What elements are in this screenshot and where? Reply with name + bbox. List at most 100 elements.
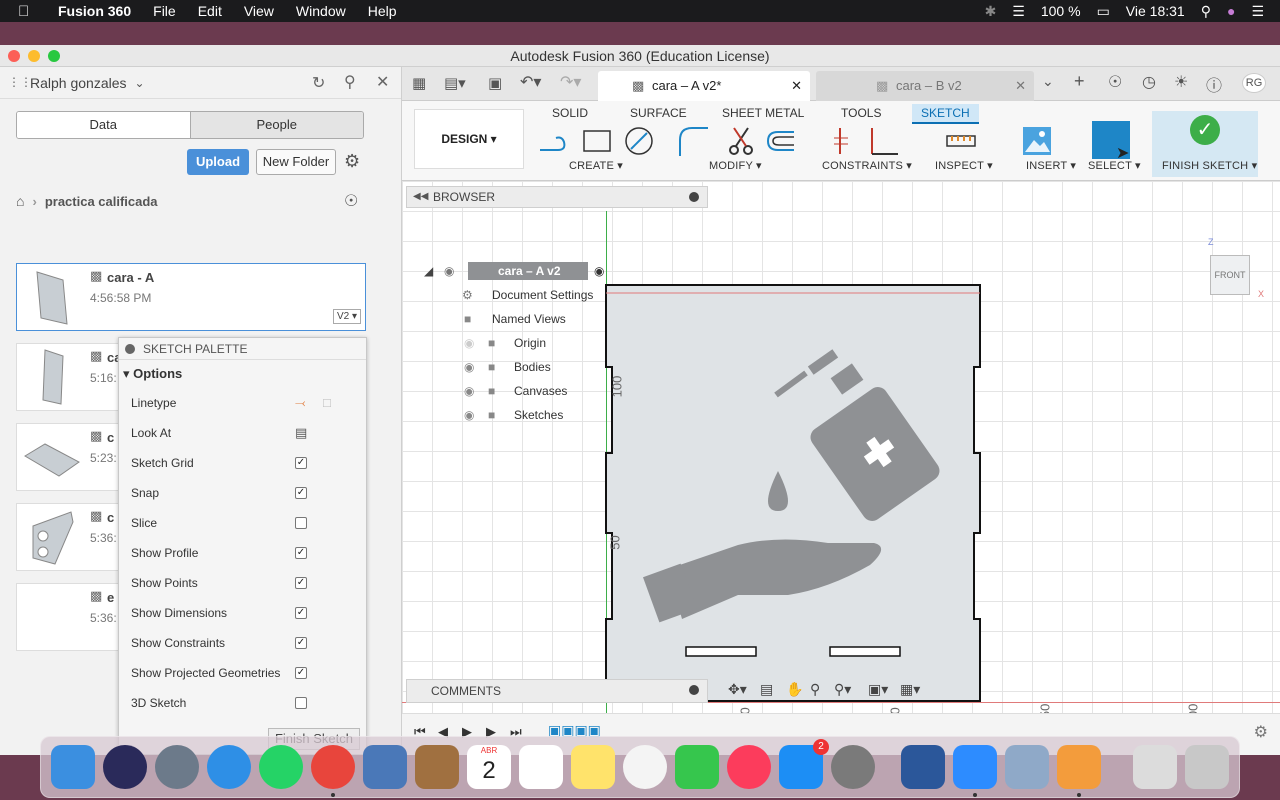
add-comment-icon[interactable] [689,685,699,695]
pan-icon[interactable]: ✋ [786,681,803,698]
battery-icon[interactable]: ▭ [1097,3,1110,20]
finish-sketch-menu[interactable]: FINISH SKETCH ▾ [1162,159,1257,172]
insert-menu[interactable]: INSERT ▾ [1026,159,1076,172]
insert-image-icon[interactable] [1022,126,1052,156]
show-points-checkbox[interactable]: ✓ [295,577,307,589]
notifications-icon[interactable]: ☀ [1174,72,1188,92]
clock[interactable]: Vie 18:31 [1126,3,1185,19]
finish-sketch-tool[interactable]: ✓ FINISH SKETCH ▾ [1152,111,1258,177]
slice-checkbox[interactable] [295,517,307,529]
apple-menu-icon[interactable]:  [18,3,38,20]
zoom-window-icon[interactable]: ⚲▾ [834,681,851,698]
zoom-app-icon[interactable] [953,745,997,797]
close-icon[interactable]: ✕ [376,72,389,92]
gear-icon[interactable]: ⚙ [344,151,360,172]
eye-icon[interactable]: ◉ [464,405,474,425]
expand-arrow-icon[interactable] [442,314,451,324]
3d-sketch-checkbox[interactable] [295,697,307,709]
minimize-window-button[interactable] [28,50,40,62]
word-icon[interactable] [901,745,945,789]
menu-window[interactable]: Window [296,3,346,19]
siri-icon[interactable]: ● [1227,3,1235,19]
eye-icon[interactable]: ◉ [444,261,454,281]
job-status-icon[interactable]: ◷ [1142,72,1156,92]
tab-cara-b[interactable]: ▩ cara – B v2 ✕ [816,71,1034,101]
drive-icon[interactable] [1133,745,1177,789]
tab-cara-a[interactable]: ▩ cara – A v2* ✕ [598,71,810,101]
chrome-icon[interactable] [311,745,355,797]
spotlight-icon[interactable]: ⚲ [1201,3,1211,20]
grid-settings-icon[interactable]: ▦▾ [900,681,920,698]
eye-icon[interactable]: ◉ [464,357,474,377]
home-icon[interactable]: ⌂ [16,193,24,209]
file-menu-icon[interactable]: ▤▾ [444,74,466,92]
show-profile-checkbox[interactable]: ✓ [295,547,307,559]
display-settings-icon[interactable]: ▣▾ [868,681,888,698]
whatsapp-icon[interactable] [259,745,303,789]
version-badge[interactable]: V2 ▾ [332,309,361,324]
browser-item-sketches[interactable]: ◉ ■ Sketches [442,405,642,425]
tab-surface[interactable]: SURFACE [630,104,687,124]
tab-solid[interactable]: SOLID [552,104,588,124]
line-tool-icon[interactable] [538,126,568,156]
wifi-icon[interactable]: ☰ [1012,3,1025,20]
search-icon[interactable]: ⚲ [344,72,356,92]
new-tab-icon[interactable]: + [1074,71,1085,92]
redo-icon[interactable]: ↷▾ [560,72,581,92]
show-constraints-checkbox[interactable]: ✓ [295,637,307,649]
system-preferences-icon[interactable] [831,745,875,789]
breadcrumb-folder[interactable]: practica calificada [45,194,158,209]
tab-sheet-metal[interactable]: SHEET METAL [722,104,804,124]
coincident-constraint-icon[interactable] [830,126,860,156]
tab-sketch[interactable]: SKETCH [912,104,979,124]
browser-item-document-settings[interactable]: ⚙ Document Settings [442,285,642,305]
linetype-construction-icon[interactable]: ⤙ [295,395,305,411]
globe-icon[interactable]: ☉ [344,191,358,211]
finder-icon[interactable] [51,745,95,789]
browser-root[interactable]: ◢ ◉ cara – A v2 ◉ [424,261,724,281]
expand-arrow-icon[interactable] [442,410,451,420]
inspect-menu[interactable]: INSPECT ▾ [935,159,993,172]
user-name[interactable]: Ralph gonzales [30,75,127,91]
hidden-eye-icon[interactable]: ◉ [464,333,474,353]
look-at-icon[interactable]: ▤ [760,681,773,698]
preview-icon[interactable] [1005,745,1049,789]
extensions-icon[interactable]: ☉ [1108,72,1122,92]
menu-help[interactable]: Help [368,3,397,19]
options-section[interactable]: ▾ Options [119,360,366,388]
linetype-centerline-icon[interactable]: □ [323,395,331,410]
eye-icon[interactable]: ◉ [464,381,474,401]
constraints-menu[interactable]: CONSTRAINTS ▾ [822,159,912,172]
select-menu[interactable]: SELECT ▾ [1088,159,1141,172]
refresh-icon[interactable]: ↻ [312,73,325,93]
workspace-switcher[interactable]: DESIGN ▾ [414,109,524,169]
expand-arrow-icon[interactable] [442,386,451,396]
grid-dots-icon[interactable]: ⋮⋮ [8,75,32,89]
perpendicular-constraint-icon[interactable] [868,126,898,156]
show-projected-geometries-checkbox[interactable]: ✓ [295,667,307,679]
create-menu[interactable]: CREATE ▾ [569,159,623,172]
collapse-browser-icon[interactable]: ◀◀ [413,187,428,207]
photos-icon[interactable] [623,745,667,789]
music-icon[interactable] [727,745,771,789]
facetime-icon[interactable] [675,745,719,789]
menu-file[interactable]: File [153,3,176,19]
design-canvas[interactable]: ◀◀ BROWSER ◢ ◉ cara – A v2 ◉ ⚙ Document … [402,181,1280,755]
view-cube[interactable]: FRONT [1210,255,1250,295]
browser-item-bodies[interactable]: ◉ ■ Bodies [442,357,642,377]
help-icon[interactable]: ⓘ [1206,72,1222,96]
trim-tool-icon[interactable] [726,126,756,156]
siri-icon[interactable] [103,745,147,789]
expand-arrow-icon[interactable] [442,362,451,372]
expand-arrow-icon[interactable] [442,290,451,300]
tab-tools[interactable]: TOOLS [841,104,881,124]
preview-bird-icon[interactable] [363,745,407,789]
chevron-down-icon[interactable]: ⌄ [135,76,145,90]
measure-tool-icon[interactable] [946,126,976,156]
fusion-360-icon[interactable] [1057,745,1101,797]
calendar-icon[interactable]: ABR 2 [467,745,511,789]
close-tab-icon[interactable]: ✕ [791,71,802,101]
snap-checkbox[interactable]: ✓ [295,487,307,499]
browser-item-origin[interactable]: ◉ ■ Origin [442,333,642,353]
menu-view[interactable]: View [244,3,274,19]
